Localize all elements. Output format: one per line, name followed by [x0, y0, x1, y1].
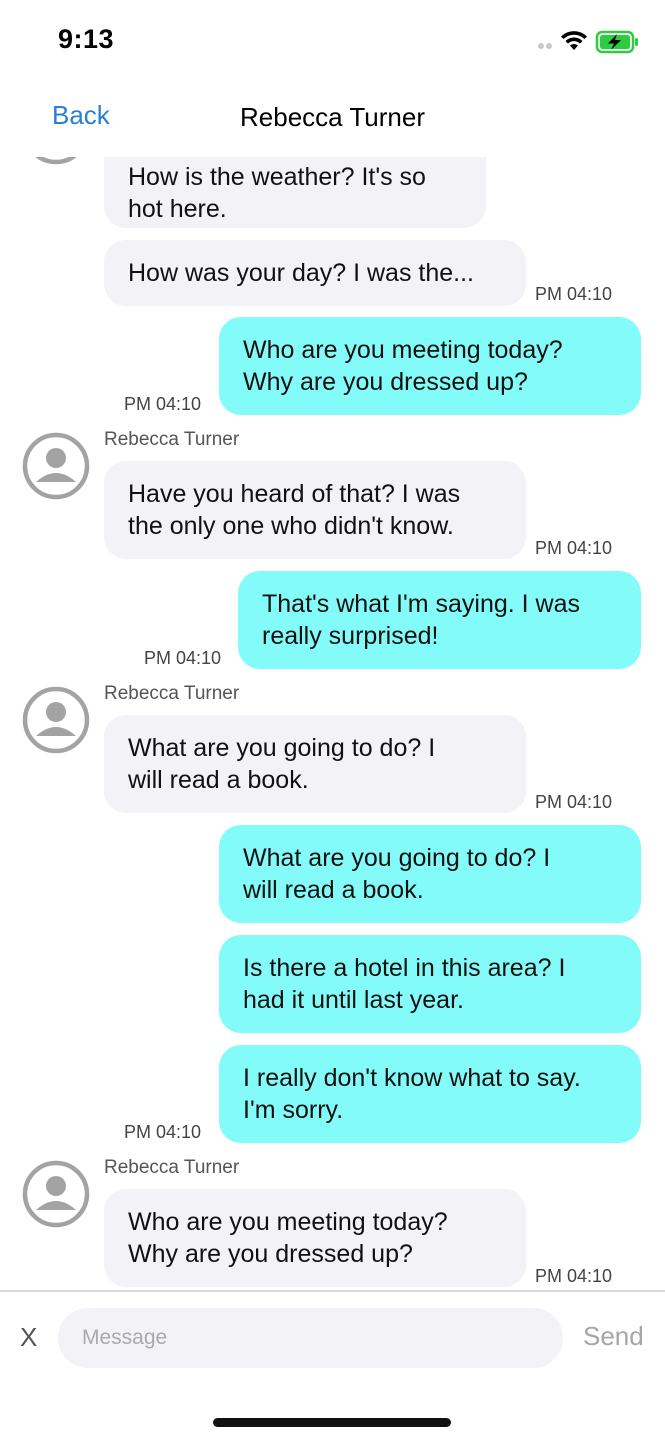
outgoing-message-bubble[interactable]: I really don't know what to say. I'm sorr…	[219, 1045, 641, 1143]
message-line: will read a book.	[243, 876, 424, 904]
outgoing-message-bubble[interactable]: What are you going to do? I will read a b…	[219, 825, 641, 923]
wifi-icon	[561, 31, 587, 50]
message-line: I really don't know what to say.	[243, 1064, 581, 1092]
message-timestamp: PM 04:10	[144, 648, 222, 668]
incoming-message-bubble[interactable]: How was your day? I was the...	[104, 240, 526, 306]
sender-name: Rebecca Turner	[104, 683, 240, 704]
message-line: How was your day? I was the...	[128, 259, 474, 287]
message-input[interactable]	[58, 1308, 563, 1368]
outgoing-message-bubble[interactable]: Who are you meeting today? Why are you dr…	[219, 317, 641, 415]
message-line: hot here.	[128, 194, 227, 223]
message-line: Who are you meeting today?	[128, 1208, 448, 1236]
sender-name: Rebecca Turner	[104, 429, 240, 450]
message-line: How is the weather? It's so	[128, 162, 426, 191]
message-timestamp: PM 04:10	[124, 1122, 202, 1142]
message-line: really surprised!	[262, 622, 439, 650]
outgoing-message-bubble[interactable]: Is there a hotel in this area? I had it u…	[219, 935, 641, 1033]
incoming-message-bubble[interactable]: Who are you meeting today? Why are you dr…	[104, 1189, 526, 1287]
incoming-message-bubble[interactable]: How is the weather? It's so hot here.	[104, 157, 486, 228]
message-timestamp: PM 04:10	[535, 538, 613, 558]
send-button[interactable]: Send	[583, 1321, 644, 1352]
message-line: What are you going to do? I	[128, 734, 436, 762]
status-time: 9:13	[58, 24, 115, 54]
incoming-message-bubble[interactable]: Have you heard of that? I was the only on…	[104, 461, 526, 559]
message-timestamp: PM 04:10	[535, 1266, 613, 1286]
status-icons	[536, 28, 640, 54]
cancel-button[interactable]: X	[20, 1322, 37, 1353]
signal-icon	[538, 43, 552, 49]
message-line: What are you going to do? I	[243, 844, 551, 872]
message-line: will read a book.	[128, 766, 309, 794]
home-indicator[interactable]	[213, 1418, 451, 1427]
composer-divider	[0, 1290, 665, 1292]
chat-scroll-area[interactable]: How is the weather? It's so hot here. How…	[0, 157, 665, 1290]
message-line: the only one who didn't know.	[128, 512, 454, 540]
message-line: Why are you dressed up?	[128, 1240, 413, 1268]
sender-name: Rebecca Turner	[104, 1157, 240, 1178]
message-line: had it until last year.	[243, 986, 464, 1014]
message-timestamp: PM 04:10	[535, 284, 613, 304]
message-line: Have you heard of that? I was	[128, 480, 461, 508]
nav-title: Rebecca Turner	[240, 102, 425, 132]
avatar-placeholder-icon[interactable]	[22, 1160, 90, 1228]
avatar-placeholder-icon	[35, 157, 77, 165]
message-line: I'm sorry.	[243, 1096, 344, 1124]
incoming-message-bubble[interactable]: What are you going to do? I will read a b…	[104, 715, 526, 813]
avatar-placeholder-icon[interactable]	[22, 686, 90, 754]
battery-charging-icon	[595, 30, 638, 54]
message-line: Who are you meeting today?	[243, 336, 563, 364]
message-line: That's what I'm saying. I was	[262, 590, 580, 618]
outgoing-message-bubble[interactable]: That's what I'm saying. I was really surp…	[238, 571, 641, 669]
message-timestamp: PM 04:10	[124, 394, 202, 414]
message-line: Why are you dressed up?	[243, 368, 528, 396]
avatar-placeholder-icon[interactable]	[22, 432, 90, 500]
message-timestamp: PM 04:10	[535, 792, 613, 812]
message-line: Is there a hotel in this area? I	[243, 954, 566, 982]
